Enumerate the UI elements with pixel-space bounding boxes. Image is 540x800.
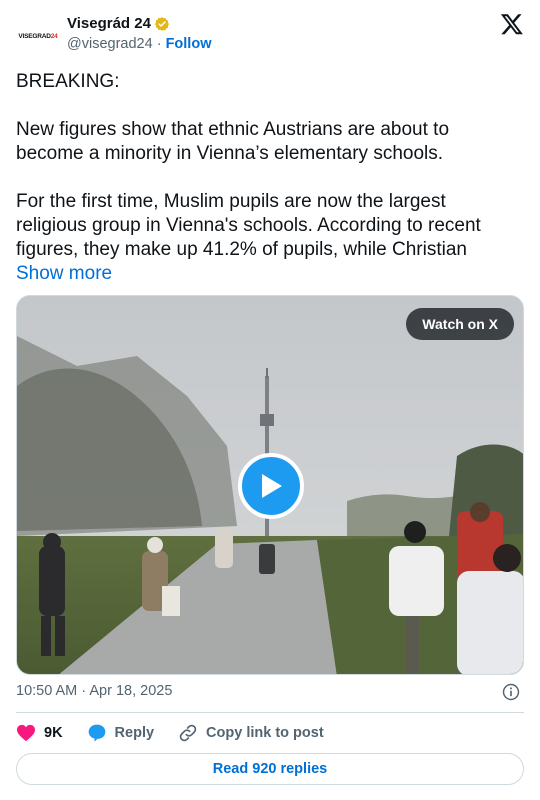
like-count: 9K <box>44 725 63 741</box>
video-player[interactable]: Watch on X <box>16 295 524 675</box>
info-icon[interactable] <box>502 683 520 701</box>
tweet-header: VISEGRAD24 Visegrád 24 @visegrad24 · Fol… <box>16 12 524 58</box>
follow-link[interactable]: Follow <box>166 36 212 52</box>
tweet-body: BREAKING: New figures show that ethnic A… <box>16 71 481 260</box>
heart-icon <box>17 724 35 742</box>
like-button[interactable]: 9K <box>16 724 63 742</box>
reply-label: Reply <box>114 725 155 741</box>
separator: · <box>156 36 162 52</box>
divider <box>16 712 524 713</box>
tweet-text: BREAKING: New figures show that ethnic A… <box>16 70 516 286</box>
copy-link-label: Copy link to post <box>206 725 324 741</box>
play-button[interactable] <box>238 453 304 519</box>
handle[interactable]: @visegrad24 <box>67 36 153 52</box>
speech-bubble-icon <box>88 724 105 742</box>
reply-button[interactable]: Reply <box>87 723 155 743</box>
watch-on-x-button[interactable]: Watch on X <box>406 308 514 340</box>
avatar[interactable]: VISEGRAD24 <box>16 14 60 58</box>
link-icon <box>179 724 197 742</box>
show-more-link[interactable]: Show more <box>16 263 112 284</box>
verified-badge-icon <box>154 16 170 31</box>
x-logo-icon[interactable] <box>500 12 524 36</box>
avatar-logo-text: VISEGRAD24 <box>18 32 58 40</box>
display-name[interactable]: Visegrád 24 <box>67 15 151 32</box>
play-icon <box>262 474 282 498</box>
action-bar: 9K Reply Copy link to post <box>16 722 348 744</box>
read-replies-button[interactable]: Read 920 replies <box>16 753 524 785</box>
name-row: Visegrád 24 <box>67 15 170 32</box>
copy-link-button[interactable]: Copy link to post <box>178 723 324 743</box>
handle-row: @visegrad24 · Follow <box>67 36 211 52</box>
timestamp[interactable]: 10:50 AM · Apr 18, 2025 <box>16 683 172 699</box>
